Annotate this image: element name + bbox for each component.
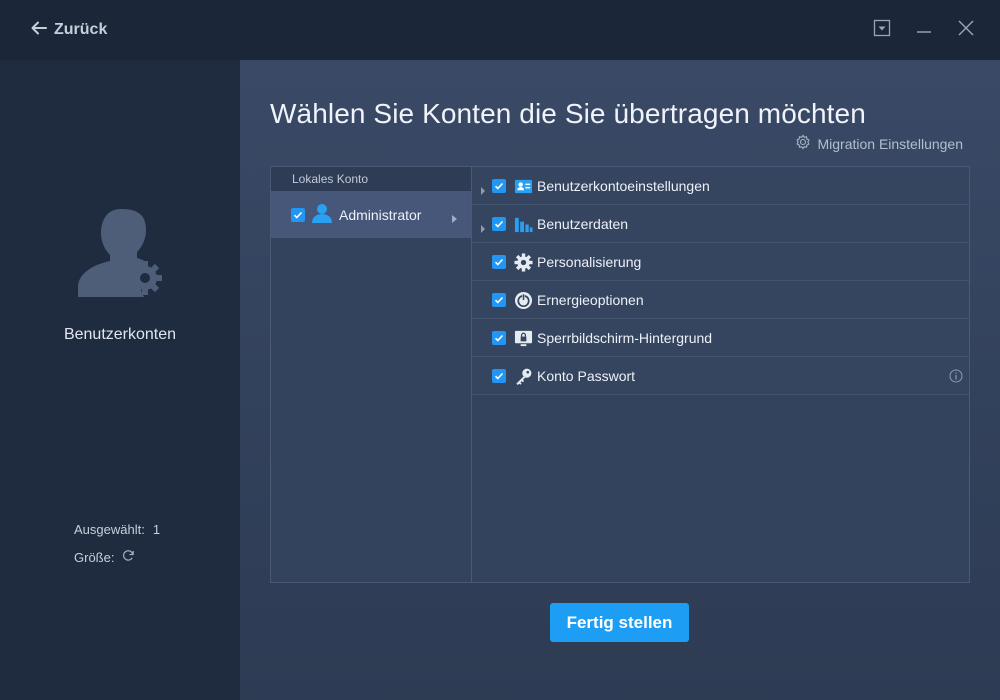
item-label: Ernergieoptionen <box>537 292 644 308</box>
selected-label: Ausgewählt: <box>74 521 145 537</box>
item-checkbox[interactable] <box>492 217 506 231</box>
info-icon[interactable] <box>949 369 963 383</box>
item-label: Sperrbildschirm-Hintergrund <box>537 330 713 346</box>
refresh-icon[interactable] <box>122 549 135 565</box>
user-gear-icon <box>74 205 168 305</box>
list-item-benutzerkontoeinstellungen[interactable]: Benutzerkontoeinstellungen <box>472 167 969 205</box>
size-label: Größe: <box>74 549 115 565</box>
list-item-personalisierung[interactable]: Personalisierung <box>472 243 969 281</box>
sidebar-title: Benutzerkonten <box>63 326 177 343</box>
main-content: Wählen Sie Konten die Sie übertragen möc… <box>240 60 1000 700</box>
item-list: Benutzerkontoeinstellungen Benutzerdaten <box>472 167 969 582</box>
item-checkbox[interactable] <box>492 293 506 307</box>
chevron-right-icon <box>451 210 457 226</box>
gear-outline-icon <box>795 134 811 153</box>
list-item-benutzerdaten[interactable]: Benutzerdaten <box>472 205 969 243</box>
arrow-left-icon <box>30 19 48 42</box>
power-icon <box>513 290 533 310</box>
gear-icon <box>513 252 533 272</box>
selected-value: 1 <box>152 521 161 537</box>
migration-settings-link[interactable]: Migration Einstellungen <box>795 134 963 153</box>
migration-settings-label: Migration Einstellungen <box>817 135 963 152</box>
selection-stats: Ausgewählt: 1 Größe: <box>74 515 160 571</box>
minimize-icon[interactable] <box>914 18 934 38</box>
user-icon <box>311 202 333 227</box>
item-checkbox[interactable] <box>492 179 506 193</box>
expand-arrow-icon[interactable] <box>480 182 488 195</box>
item-label: Personalisierung <box>537 254 642 270</box>
finish-button[interactable]: Fertig stellen <box>550 603 689 642</box>
account-list-header: Lokales Konto <box>271 167 471 191</box>
account-checkbox[interactable] <box>291 207 305 222</box>
dropdown-menu-icon[interactable] <box>872 18 892 38</box>
account-item-administrator[interactable]: Administrator <box>271 191 471 238</box>
item-label: Konto Passwort <box>537 368 636 384</box>
size-stat: Größe: <box>74 543 160 571</box>
item-checkbox[interactable] <box>492 331 506 345</box>
close-icon[interactable] <box>956 18 976 38</box>
list-item-sperrbildschirm[interactable]: Sperrbildschirm-Hintergrund <box>472 319 969 357</box>
account-label: Administrator <box>339 206 422 223</box>
selection-panel: Lokales Konto Administrator Benutzerkont… <box>270 166 970 583</box>
title-bar: Zurück <box>0 0 1000 60</box>
page-title: Wählen Sie Konten die Sie übertragen möc… <box>270 98 866 129</box>
user-card-icon <box>513 176 533 196</box>
bar-chart-icon <box>513 214 533 234</box>
item-label: Benutzerdaten <box>537 216 629 232</box>
window-controls <box>872 18 976 38</box>
lock-screen-icon <box>513 328 533 348</box>
item-checkbox[interactable] <box>492 369 506 383</box>
item-checkbox[interactable] <box>492 255 506 269</box>
account-list: Lokales Konto Administrator <box>271 167 472 582</box>
back-label: Zurück <box>54 21 108 38</box>
key-icon <box>513 366 533 386</box>
item-label: Benutzerkontoeinstellungen <box>537 178 710 194</box>
list-item-energieoptionen[interactable]: Ernergieoptionen <box>472 281 969 319</box>
expand-arrow-icon[interactable] <box>480 220 488 233</box>
list-item-konto-passwort[interactable]: Konto Passwort <box>472 357 969 395</box>
sidebar: Benutzerkonten Ausgewählt: 1 Größe: <box>0 60 240 700</box>
selected-count: Ausgewählt: 1 <box>74 515 160 543</box>
back-button[interactable]: Zurück <box>30 18 107 42</box>
